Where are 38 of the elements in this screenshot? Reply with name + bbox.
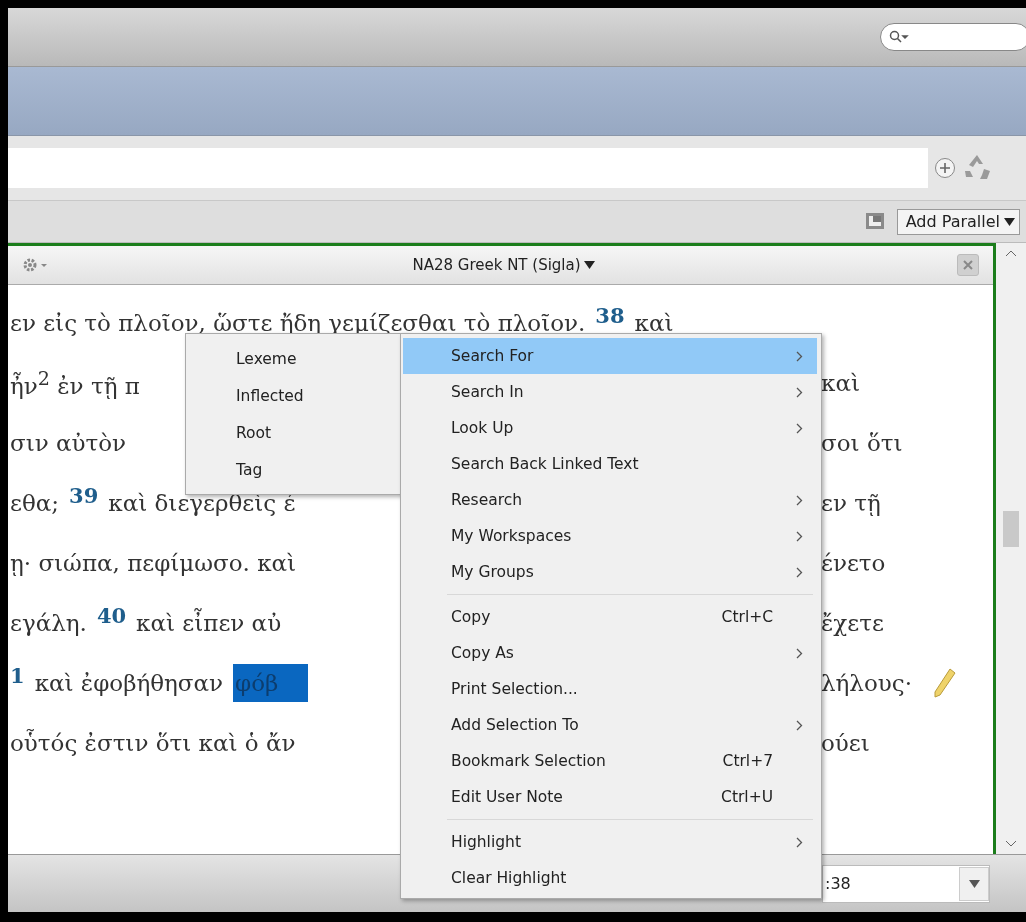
greek-text: ῃ· σιώπα, πεφίμωσο. καὶ xyxy=(10,550,297,576)
menu-item[interactable]: Search For xyxy=(403,338,817,374)
verse-number: 1 xyxy=(10,662,25,688)
menu-item[interactable]: Clear Highlight xyxy=(403,860,817,896)
menu-item[interactable]: Copy Ctrl+C xyxy=(403,599,817,635)
menu-item[interactable]: Look Up xyxy=(403,410,817,446)
greek-text: ούει xyxy=(821,730,870,756)
greek-text: ἔχετε xyxy=(821,610,884,636)
selected-text: φόβ xyxy=(233,664,309,702)
greek-text: ένετο xyxy=(821,550,886,576)
menu-item[interactable]: My Workspaces xyxy=(403,518,817,554)
menu-item[interactable]: Research xyxy=(403,482,817,518)
greek-text: εν τῇ xyxy=(821,490,881,516)
menu-item[interactable]: Search Back Linked Text xyxy=(403,446,817,482)
verse-number: 39 xyxy=(69,482,99,508)
menu-item[interactable]: Print Selection... xyxy=(403,671,817,707)
reference-field[interactable]: :38 xyxy=(822,864,990,903)
greek-text: καὶ ἐφοβήθησαν xyxy=(34,670,224,696)
greek-text: σοι ὅτι xyxy=(821,430,903,456)
greek-text: καὶ xyxy=(634,310,674,336)
greek-text: εγάλη. xyxy=(10,610,87,636)
menu-item[interactable]: My Groups xyxy=(403,554,817,590)
add-parallel-button[interactable]: Add Parallel xyxy=(896,208,1020,235)
greek-text: καὶ εἶπεν αὐ xyxy=(136,610,282,636)
greek-text: οὗτός ἐστιν ὅτι καὶ ὁ ἄν xyxy=(10,730,296,756)
verse-number: 40 xyxy=(96,602,127,628)
greek-text: εθα; xyxy=(10,490,60,516)
greek-text: καὶ xyxy=(821,370,860,396)
menu-item[interactable]: Highlight xyxy=(403,824,817,860)
greek-text: σιν αὐτὸν xyxy=(10,430,127,456)
greek-text: λήλους· xyxy=(821,670,912,696)
menu-item[interactable]: Search In xyxy=(403,374,817,410)
menu-item[interactable]: Add Selection To xyxy=(403,707,817,743)
greek-text: ἦν$^{2}$ ἐν τῇ π xyxy=(10,367,140,399)
menu-item[interactable]: Bookmark Selection Ctrl+7 xyxy=(403,743,817,779)
verse-number: 38 xyxy=(595,302,625,328)
menu-item[interactable]: Edit User Note Ctrl+U xyxy=(403,779,817,815)
menu-item[interactable]: Copy As xyxy=(403,635,817,671)
